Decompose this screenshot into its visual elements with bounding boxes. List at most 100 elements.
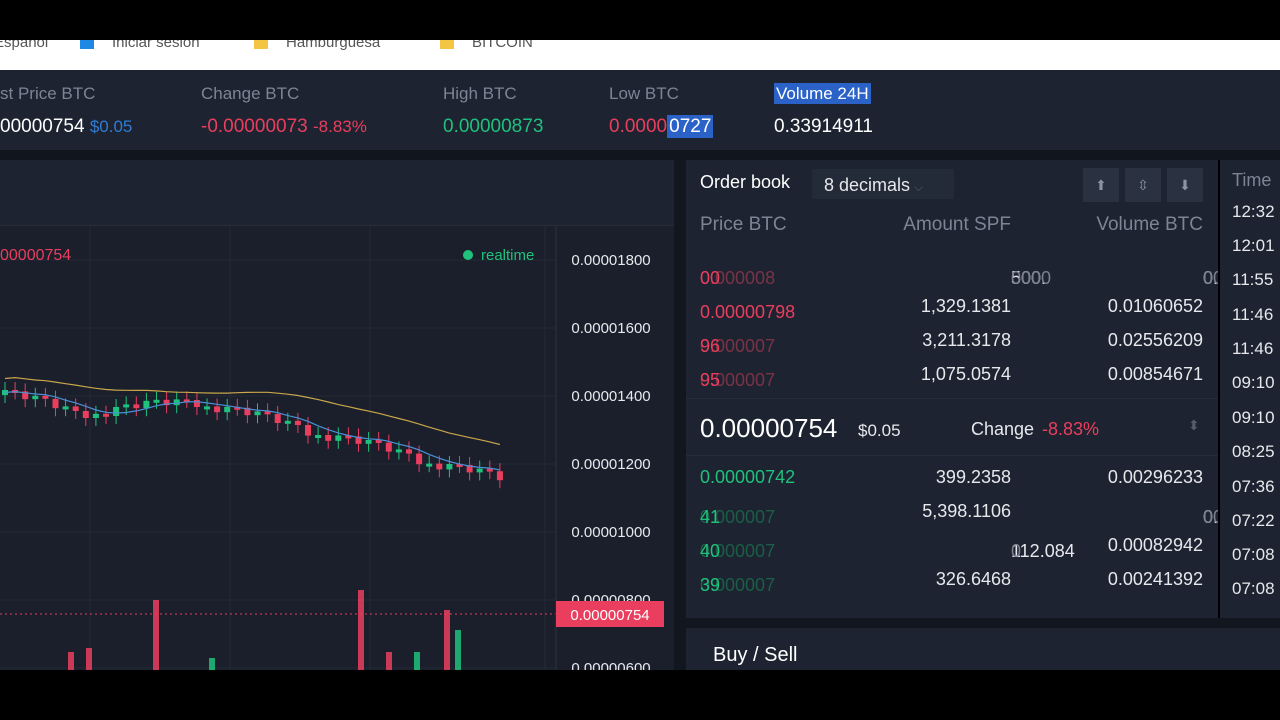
arrow-up-icon: ⬆ [1095,177,1107,193]
mid-change-value: -8.83% [1042,419,1100,439]
ask-row[interactable]: 0.00000798 1,329.1381 0.01060652 [686,290,1218,324]
candle [385,442,392,452]
volume-bar [153,600,159,670]
ticker-high: High BTC 0.00000873 [443,84,544,137]
candle [193,400,200,407]
candle [305,425,311,436]
change-percent: -8.83% [313,117,367,136]
candle [416,453,423,465]
candle [92,413,99,418]
y-tick-label: 0.00001600 [571,320,650,337]
candle [32,395,39,400]
trade-time: 09:10 [1232,373,1275,392]
volume-bar [386,652,392,670]
candle [395,449,402,453]
decimals-select[interactable]: 8 decimals ⌵ [812,169,954,199]
candle [82,411,89,418]
bookmark-bitcoin[interactable]: BITCOIN [440,40,533,51]
current-price-tag: 0.00000754 [570,607,649,624]
candle [365,440,372,444]
change-value: -0.00000073 [201,116,308,137]
candle [62,406,69,410]
volume-bar [68,652,74,670]
candle [123,404,130,408]
candle [153,399,160,403]
split-icon: ⇳ [1137,177,1149,193]
sort-icon[interactable]: ⬍ [1188,417,1200,434]
candle [113,407,120,416]
trade-time: 09:10 [1232,408,1275,427]
mid-price: 0.00000754 [700,413,838,443]
y-tick-label: 0.00001800 [571,252,650,269]
candle [436,463,443,470]
candle [446,464,453,470]
price-chart[interactable]: 0.00001800 0.00001600 0.00001400 0.00001200… [0,160,674,670]
candle [42,395,49,399]
candle [143,400,150,409]
buy-sell-panel[interactable]: Buy / Sell [686,628,1280,670]
ticker-low: Low BTC 0.0000 0727 [609,84,714,138]
volume-bar [414,652,420,670]
bookmark-hamburguesa[interactable]: Hamburguesa [254,40,380,51]
volume-bar [455,630,461,670]
ask-row[interactable]: 0.00000800 500.0000 0.00400000 [686,256,1218,290]
volume-bar [444,610,450,670]
y-tick-label: 0.00000600 [571,660,650,670]
view-bids-button[interactable]: ⬇ [1167,168,1203,202]
trade-time: 07:22 [1232,511,1275,530]
folder-icon [440,40,454,49]
trade-time: 08:25 [1232,442,1275,461]
candle [274,414,281,423]
volume-bar [86,648,92,670]
ticker-separator [0,150,1280,160]
bid-row[interactable]: 0.000007 40 112.084 0 0.00082942 [686,529,1218,563]
order-book-title: Order book [700,172,791,192]
candle [406,449,412,454]
candle [173,399,180,406]
bid-row[interactable]: 0.00000742 399.2358 0.00296233 [686,461,1218,495]
candle [325,435,332,441]
bookmark-iniciar-sesion[interactable]: Iniciar sesión [80,40,200,51]
column-volume: Volume BTC [1096,214,1203,235]
ask-row[interactable]: 0.000007 96 3,211.3178 0.02556209 [686,324,1218,358]
volume-bar [358,590,364,670]
buy-sell-title: Buy / Sell [713,644,798,666]
screen-bottom-bar [0,670,1280,720]
bookmark-espanol[interactable]: Español [0,40,48,51]
realtime-dot [463,250,473,260]
last-price-value: 00000754 [0,116,85,137]
view-asks-button[interactable]: ⬆ [1083,168,1119,202]
ticker-volume: Volume 24H 0.33914911 [774,83,873,138]
trade-time: 11:46 [1232,305,1274,324]
arrow-down-icon: ⬇ [1179,177,1191,193]
trade-time-header: Time [1232,170,1272,190]
ticker-last-price: st Price BTC 00000754 $0.05 [0,84,133,137]
plot-area [0,226,556,670]
panel-separator [686,618,1280,628]
order-book-header: Order book 8 decimals ⌵ ⬆ ⇳ ⬇ [686,160,1218,206]
candle [214,406,221,413]
last-price-overlay: 00000754 [0,247,71,264]
trade-time: 07:36 [1232,477,1275,496]
trade-time: 12:01 [1232,236,1275,255]
candle [224,406,231,413]
folder-icon [254,40,268,49]
candle [496,471,503,481]
candle [426,463,433,467]
y-tick-label: 0.00001000 [571,524,650,541]
candle [254,411,261,416]
column-amount: Amount SPF [903,214,1011,235]
high-value: 0.00000873 [443,116,544,137]
candle [103,413,109,417]
bid-row[interactable]: 0.00000741 5,398.1106 0.04000000 [686,495,1218,529]
order-book-spread: 0.00000754 $0.05 Change -8.83% ⬍ [686,398,1218,456]
order-book: Order book 8 decimals ⌵ ⬆ ⇳ ⬇ Price BTC A… [686,160,1218,618]
candlestick-chart[interactable]: 0.00001800 0.00001600 0.00001400 0.00001200… [0,160,674,670]
view-both-button[interactable]: ⇳ [1125,168,1161,202]
realtime-label: realtime [481,247,534,264]
volume-bar [209,658,215,670]
bid-row[interactable]: 0.000007 39 326.6468 0.00241392 [686,563,1218,597]
ask-row[interactable]: 0.000007 95 1,075.0574 0.00854671 [686,358,1218,392]
mid-change-label: Change [971,419,1035,439]
candle [133,404,140,409]
